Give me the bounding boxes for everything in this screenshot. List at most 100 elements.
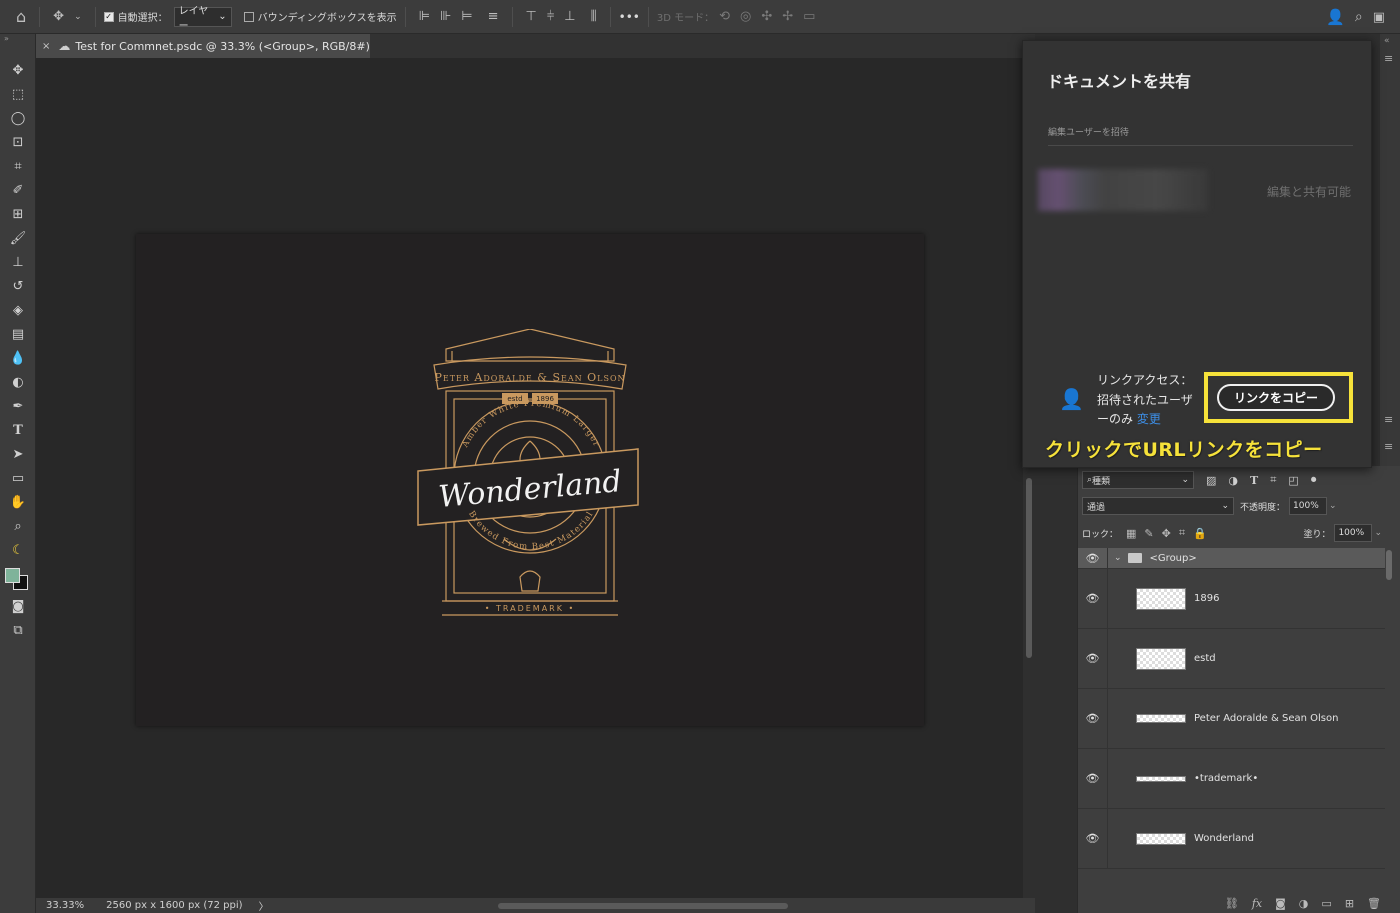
- new-layer-icon[interactable]: ⊞: [1345, 897, 1354, 910]
- marquee-tool-icon[interactable]: ⬚: [0, 82, 36, 106]
- brush-tool-icon[interactable]: 🖌: [0, 226, 36, 250]
- scroll-thumb[interactable]: [1026, 478, 1032, 658]
- path-select-tool-icon[interactable]: ➤: [0, 442, 36, 466]
- panel-menu-icon[interactable]: ≡: [1380, 409, 1400, 430]
- zoom-tool-icon[interactable]: ⌕: [0, 514, 36, 538]
- auto-select-checkbox[interactable]: ✓: [103, 11, 114, 22]
- stamp-tool-icon[interactable]: ⊥: [0, 250, 36, 274]
- zoom-level[interactable]: 33.33%: [46, 900, 84, 911]
- visibility-eye-icon[interactable]: 👁: [1078, 689, 1108, 748]
- eyedropper-tool-icon[interactable]: ✐: [0, 178, 36, 202]
- pixel-filter-icon[interactable]: ▨: [1206, 474, 1216, 487]
- shape-filter-icon[interactable]: ⌗: [1270, 473, 1276, 487]
- pen-tool-icon[interactable]: ✒: [0, 394, 36, 418]
- align-bottom-icon[interactable]: ⊥: [564, 9, 575, 24]
- horizontal-scroll-thumb[interactable]: [498, 903, 788, 909]
- status-menu-arrow[interactable]: 〉: [259, 898, 269, 913]
- change-access-link[interactable]: 変更: [1137, 412, 1161, 426]
- visibility-eye-icon[interactable]: 👁: [1078, 809, 1108, 868]
- adjustment-filter-icon[interactable]: ◑: [1228, 474, 1238, 487]
- chevron-down-icon[interactable]: ⌄: [74, 12, 82, 22]
- opacity-field[interactable]: 100%: [1289, 497, 1328, 515]
- crop-tool-icon[interactable]: ⌗: [0, 154, 36, 178]
- layer-row[interactable]: 👁 Wonderland: [1078, 809, 1385, 869]
- lasso-tool-icon[interactable]: ◯: [0, 106, 36, 130]
- distribute-vertical-icon[interactable]: ⫼: [591, 9, 597, 24]
- share-user-icon[interactable]: 👤: [1326, 8, 1345, 26]
- user-permission[interactable]: 編集と共有可能: [1267, 183, 1351, 200]
- layer-row[interactable]: 👁 •trademark•: [1078, 749, 1385, 809]
- align-middle-icon[interactable]: ⫩: [547, 9, 554, 24]
- foreground-color-swatch[interactable]: [5, 568, 20, 583]
- color-swatches: [0, 562, 35, 590]
- auto-select-dropdown[interactable]: レイヤー ⌄: [173, 6, 232, 32]
- visibility-eye-icon[interactable]: 👁: [1078, 548, 1108, 568]
- canvas-area[interactable]: Peter Adoralde & Sean Olson estd 1896 Am…: [36, 58, 1023, 898]
- panel-menu-icon[interactable]: ≡: [1380, 436, 1400, 457]
- invite-input-line[interactable]: [1048, 145, 1353, 146]
- collapse-panels-icon[interactable]: «: [1380, 34, 1400, 48]
- more-options-button[interactable]: •••: [619, 10, 640, 24]
- move-tool-icon[interactable]: ✥: [53, 9, 64, 24]
- chevron-down-icon[interactable]: ⌄: [1374, 528, 1382, 538]
- frame-tool-icon[interactable]: ⊞: [0, 202, 36, 226]
- align-top-icon[interactable]: ⊤: [526, 9, 537, 24]
- layer-name: Peter Adoralde & Sean Olson: [1194, 713, 1339, 724]
- history-brush-tool-icon[interactable]: ↺: [0, 274, 36, 298]
- lock-paint-icon[interactable]: ✎: [1144, 527, 1153, 540]
- object-select-tool-icon[interactable]: ⊡: [0, 130, 36, 154]
- artboard[interactable]: Peter Adoralde & Sean Olson estd 1896 Am…: [136, 234, 924, 726]
- banana-icon[interactable]: ☾: [0, 538, 36, 562]
- bounding-box-checkbox[interactable]: [243, 11, 254, 22]
- quick-mask-icon[interactable]: ◙: [0, 594, 36, 618]
- lock-position-icon[interactable]: ✥: [1162, 527, 1171, 540]
- rectangle-tool-icon[interactable]: ▭: [0, 466, 36, 490]
- gradient-tool-icon[interactable]: ▤: [0, 322, 36, 346]
- layer-row[interactable]: 👁 Peter Adoralde & Sean Olson: [1078, 689, 1385, 749]
- distribute-icon[interactable]: ≡: [488, 9, 499, 24]
- layers-scrollbar[interactable]: [1386, 548, 1394, 888]
- workspace-icon[interactable]: ▣: [1373, 10, 1385, 25]
- adjustment-layer-icon[interactable]: ◑: [1299, 897, 1309, 910]
- lock-transparent-icon[interactable]: ▦: [1126, 527, 1136, 540]
- blur-tool-icon[interactable]: 💧: [0, 346, 36, 370]
- eraser-tool-icon[interactable]: ◈: [0, 298, 36, 322]
- smart-object-filter-icon[interactable]: ◰: [1288, 474, 1298, 487]
- visibility-eye-icon[interactable]: 👁: [1078, 629, 1108, 688]
- align-left-icon[interactable]: ⊫: [419, 9, 430, 24]
- align-center-icon[interactable]: ⊪: [440, 9, 451, 24]
- align-right-icon[interactable]: ⊨: [461, 9, 472, 24]
- scroll-thumb[interactable]: [1386, 550, 1392, 580]
- layer-row[interactable]: 👁 estd: [1078, 629, 1385, 689]
- visibility-eye-icon[interactable]: 👁: [1078, 749, 1108, 808]
- panel-menu-icon[interactable]: ≡: [1380, 48, 1400, 69]
- layer-kind-filter[interactable]: ⌕ 種類 ⌄: [1082, 471, 1194, 489]
- lock-all-icon[interactable]: 🔒: [1193, 527, 1207, 540]
- type-filter-icon[interactable]: T: [1250, 474, 1258, 487]
- layer-row[interactable]: 👁 1896: [1078, 569, 1385, 629]
- filter-toggle-icon[interactable]: ⏺: [1311, 473, 1317, 487]
- blend-mode-dropdown[interactable]: 通過 ⌄: [1082, 497, 1234, 515]
- new-group-icon[interactable]: ▭: [1321, 897, 1331, 910]
- home-icon[interactable]: ⌂: [16, 7, 26, 26]
- fx-icon[interactable]: fx: [1252, 897, 1262, 910]
- copy-link-button[interactable]: リンクをコピー: [1217, 384, 1335, 411]
- chevron-down-icon[interactable]: ⌄: [1114, 553, 1122, 563]
- close-icon[interactable]: ×: [42, 41, 50, 52]
- document-tab[interactable]: × ☁ Test for Commnet.psdc @ 33.3% (<Grou…: [36, 34, 370, 58]
- type-tool-icon[interactable]: T: [0, 418, 36, 442]
- lock-artboard-icon[interactable]: ⌗: [1179, 526, 1185, 540]
- layer-group-row[interactable]: 👁 ⌄ <Group>: [1078, 548, 1385, 569]
- move-tool-icon[interactable]: ✥: [0, 58, 36, 82]
- hand-tool-icon[interactable]: ✋: [0, 490, 36, 514]
- chevron-down-icon[interactable]: ⌄: [1329, 501, 1337, 511]
- search-icon[interactable]: ⌕: [1355, 9, 1363, 25]
- fill-field[interactable]: 100%: [1334, 524, 1373, 542]
- screen-mode-icon[interactable]: ⧉: [0, 618, 36, 642]
- trash-icon[interactable]: 🗑: [1367, 897, 1381, 910]
- dodge-tool-icon[interactable]: ◐: [0, 370, 36, 394]
- collapse-toolbar-icon[interactable]: »: [0, 34, 35, 44]
- visibility-eye-icon[interactable]: 👁: [1078, 569, 1108, 628]
- link-icon[interactable]: ⛓: [1225, 897, 1239, 910]
- add-mask-icon[interactable]: ◙: [1275, 897, 1286, 910]
